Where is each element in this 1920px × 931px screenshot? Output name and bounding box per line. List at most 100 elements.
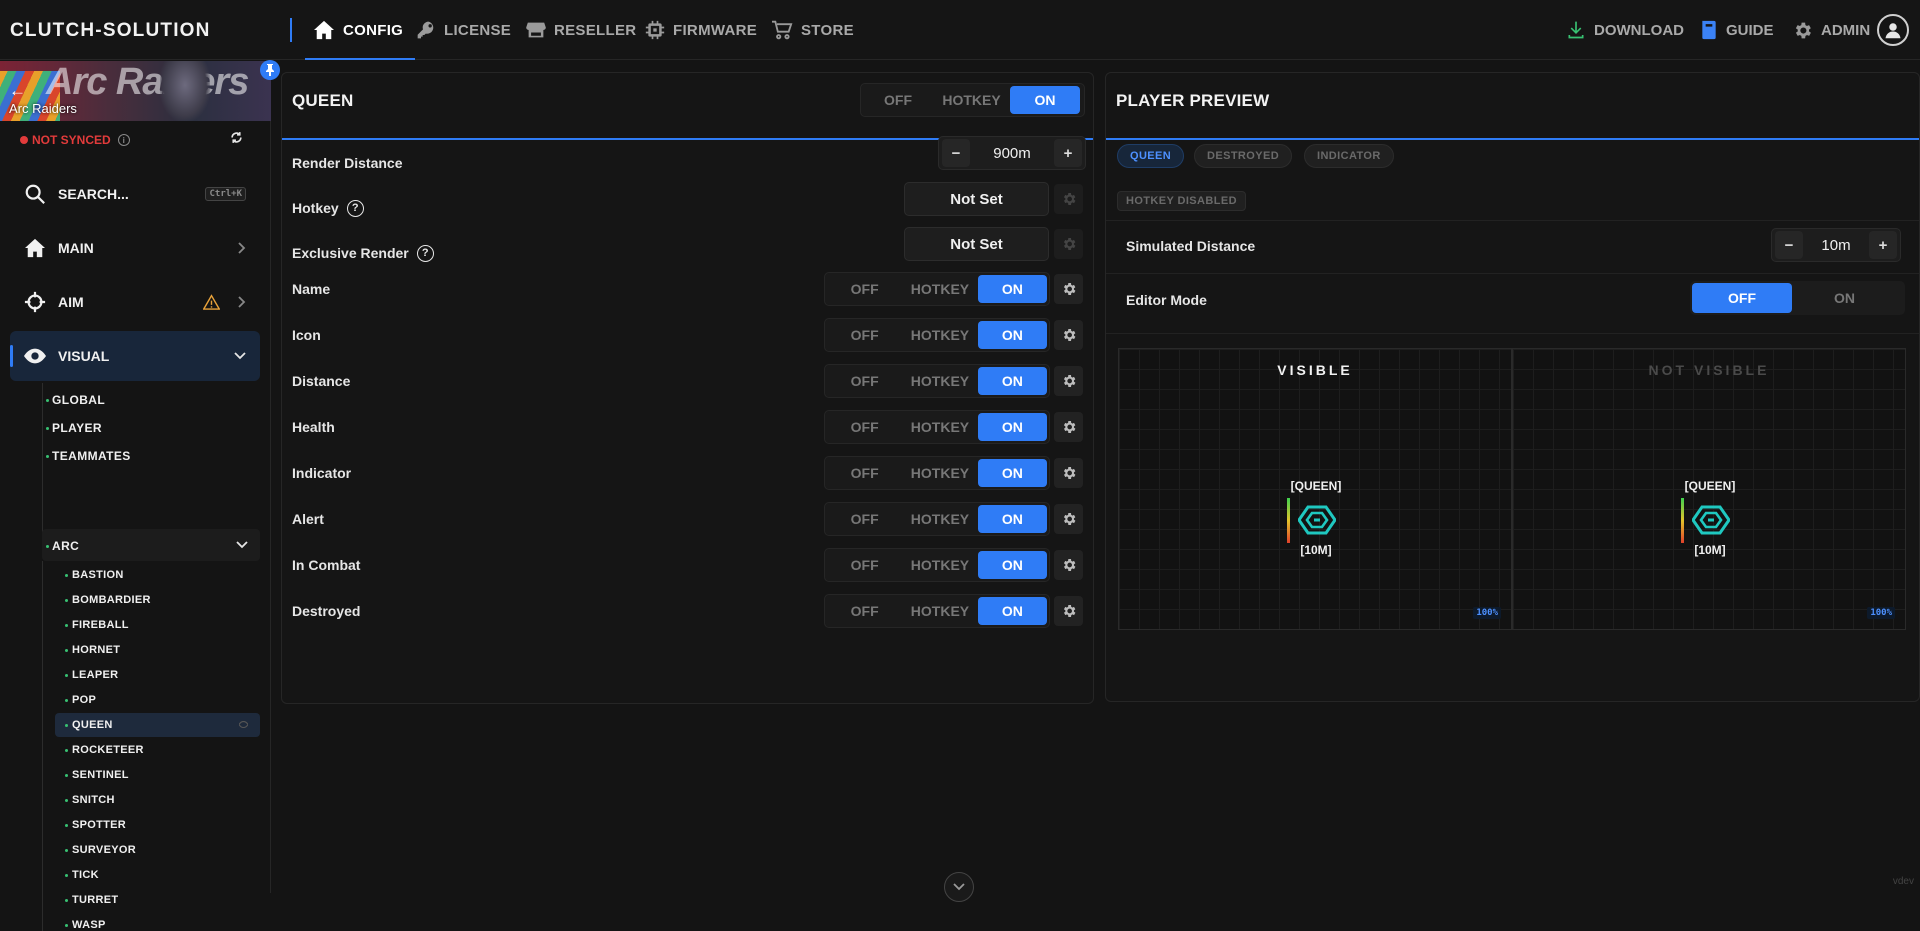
nav-config[interactable]: CONFIG: [313, 0, 403, 60]
gear-icon[interactable]: [1054, 550, 1083, 580]
mode-hotkey[interactable]: HOTKEY: [933, 86, 1010, 114]
mode-hotkey[interactable]: HOTKEY: [902, 505, 977, 533]
feature-mode-toggle[interactable]: OFFHOTKEYON: [824, 456, 1050, 490]
mode-off[interactable]: OFF: [827, 459, 902, 487]
mode-hotkey[interactable]: HOTKEY: [902, 413, 977, 441]
render-distance-stepper[interactable]: − 900m +: [938, 136, 1086, 170]
sidebar-item-aim[interactable]: AIM: [10, 277, 260, 327]
increment-button[interactable]: +: [1054, 139, 1082, 167]
mode-on[interactable]: ON: [978, 321, 1047, 349]
gear-icon[interactable]: [1054, 320, 1083, 350]
mode-hotkey[interactable]: HOTKEY: [902, 597, 977, 625]
feature-mode-toggle[interactable]: OFFHOTKEYON: [824, 410, 1050, 444]
preview-visible-canvas[interactable]: VISIBLE [QUEEN] [10M] 100%: [1118, 348, 1512, 630]
mode-on[interactable]: ON: [978, 551, 1047, 579]
help-icon[interactable]: ?: [347, 200, 364, 217]
refresh-icon[interactable]: [230, 131, 243, 144]
gear-icon[interactable]: [1054, 366, 1083, 396]
feature-mode-toggle[interactable]: OFFHOTKEYON: [824, 364, 1050, 398]
arc-item-leaper[interactable]: LEAPER: [72, 669, 118, 681]
mode-on[interactable]: ON: [978, 597, 1047, 625]
arc-item-wasp[interactable]: WASP: [72, 919, 106, 931]
mode-on[interactable]: ON: [978, 367, 1047, 395]
arc-item-surveyor[interactable]: SURVEYOR: [72, 844, 136, 856]
eye-small-icon[interactable]: [239, 721, 248, 728]
nav-store[interactable]: STORE: [771, 0, 854, 60]
chip-destroyed[interactable]: DESTROYED: [1194, 144, 1292, 168]
arc-item-rocketeer[interactable]: ROCKETEER: [72, 744, 144, 756]
sidebar-sub-arc[interactable]: ARC: [52, 539, 79, 553]
mode-off[interactable]: OFF: [827, 505, 902, 533]
mode-off[interactable]: OFF: [827, 597, 902, 625]
feature-mode-toggle[interactable]: OFFHOTKEYON: [824, 502, 1050, 536]
download-button[interactable]: DOWNLOAD: [1566, 0, 1684, 60]
arc-item-spotter[interactable]: SPOTTER: [72, 819, 126, 831]
editor-on[interactable]: ON: [1792, 283, 1897, 313]
mode-hotkey[interactable]: HOTKEY: [902, 275, 977, 303]
mode-off[interactable]: OFF: [827, 551, 902, 579]
mode-off[interactable]: OFF: [863, 86, 933, 114]
gear-icon[interactable]: [1054, 596, 1083, 626]
nav-reseller[interactable]: RESELLER: [526, 0, 636, 60]
guide-button[interactable]: GUIDE: [1700, 0, 1774, 60]
sidebar-item-visual[interactable]: VISUAL: [10, 331, 260, 381]
nav-license[interactable]: LICENSE: [416, 0, 511, 60]
gear-icon[interactable]: [1054, 458, 1083, 488]
arc-item-bombardier[interactable]: BOMBARDIER: [72, 594, 151, 606]
decrement-button[interactable]: −: [1775, 231, 1803, 259]
feature-mode-toggle[interactable]: OFFHOTKEYON: [824, 548, 1050, 582]
mode-on[interactable]: ON: [978, 275, 1047, 303]
back-arrow-icon[interactable]: ←: [9, 81, 26, 101]
sidebar-sub-global[interactable]: GLOBAL: [52, 393, 105, 407]
mode-on[interactable]: ON: [978, 505, 1047, 533]
help-icon[interactable]: ?: [417, 245, 434, 262]
feature-mode-toggle[interactable]: OFFHOTKEYON: [824, 318, 1050, 352]
mode-on[interactable]: ON: [1010, 86, 1080, 114]
master-mode-toggle[interactable]: OFF HOTKEY ON: [860, 83, 1085, 117]
game-banner[interactable]: Arc Raiders ← Arc Raiders: [0, 61, 271, 121]
nav-firmware[interactable]: FIRMWARE: [645, 0, 757, 60]
editor-mode-toggle[interactable]: OFF ON: [1690, 281, 1905, 315]
arc-item-turret[interactable]: TURRET: [72, 894, 118, 906]
sidebar-sub-player[interactable]: PLAYER: [52, 421, 102, 435]
feature-mode-toggle[interactable]: OFFHOTKEYON: [824, 594, 1050, 628]
gear-icon[interactable]: [1054, 274, 1083, 304]
exclusive-bind-button[interactable]: Not Set: [904, 227, 1049, 261]
mode-on[interactable]: ON: [978, 413, 1047, 441]
admin-button[interactable]: ADMIN: [1792, 0, 1870, 60]
feature-mode-toggle[interactable]: OFFHOTKEYON: [824, 272, 1050, 306]
gear-icon[interactable]: [1054, 504, 1083, 534]
mode-off[interactable]: OFF: [827, 413, 902, 441]
sidebar-item-main[interactable]: MAIN: [10, 223, 260, 273]
arc-item-hornet[interactable]: HORNET: [72, 644, 120, 656]
mode-hotkey[interactable]: HOTKEY: [902, 321, 977, 349]
mode-hotkey[interactable]: HOTKEY: [902, 551, 977, 579]
arc-item-snitch[interactable]: SNITCH: [72, 794, 115, 806]
mode-off[interactable]: OFF: [827, 367, 902, 395]
gear-icon[interactable]: [1054, 412, 1083, 442]
simulated-distance-stepper[interactable]: − 10m +: [1771, 228, 1901, 262]
arc-item-queen[interactable]: QUEEN: [72, 719, 113, 731]
decrement-button[interactable]: −: [942, 139, 970, 167]
arc-item-tick[interactable]: TICK: [72, 869, 99, 881]
gear-icon[interactable]: [1054, 184, 1083, 214]
info-icon[interactable]: i: [118, 134, 130, 146]
search-button[interactable]: SEARCH... Ctrl+K: [10, 169, 260, 219]
mode-on[interactable]: ON: [978, 459, 1047, 487]
scroll-down-button[interactable]: [944, 872, 974, 902]
gear-icon[interactable]: [1054, 229, 1083, 259]
user-avatar[interactable]: [1877, 14, 1909, 46]
mode-off[interactable]: OFF: [827, 321, 902, 349]
pin-button[interactable]: [260, 60, 280, 80]
chip-indicator[interactable]: INDICATOR: [1304, 144, 1394, 168]
preview-not-visible-canvas[interactable]: NOT VISIBLE [QUEEN] [10M] 100%: [1512, 348, 1906, 630]
chip-queen[interactable]: QUEEN: [1117, 144, 1184, 168]
mode-hotkey[interactable]: HOTKEY: [902, 459, 977, 487]
hotkey-bind-button[interactable]: Not Set: [904, 182, 1049, 216]
editor-off[interactable]: OFF: [1692, 283, 1792, 313]
arc-item-pop[interactable]: POP: [72, 694, 96, 706]
arc-item-sentinel[interactable]: SENTINEL: [72, 769, 129, 781]
mode-off[interactable]: OFF: [827, 275, 902, 303]
sidebar-sub-teammates[interactable]: TEAMMATES: [52, 449, 131, 463]
increment-button[interactable]: +: [1869, 231, 1897, 259]
